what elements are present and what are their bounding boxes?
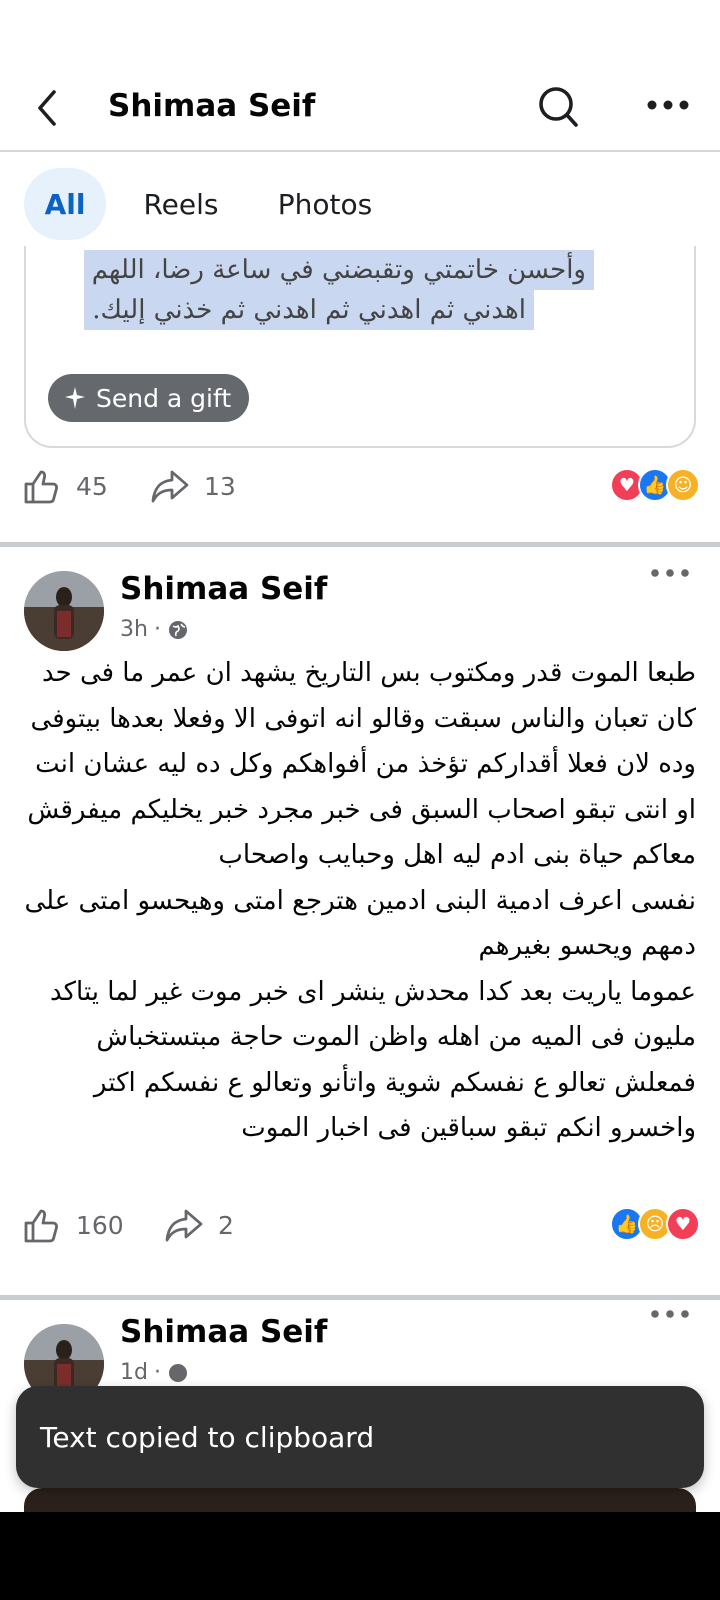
share-arrow-icon [165, 1209, 203, 1242]
search-icon [539, 87, 578, 127]
tab-photos[interactable]: Photos [260, 168, 390, 240]
share-arrow-icon [151, 470, 189, 503]
meta-separator: · [153, 1360, 161, 1385]
more-dots-icon [647, 100, 689, 110]
top-app-bar: Shimaa Seif [0, 70, 720, 152]
back-button[interactable] [30, 86, 70, 130]
author-name[interactable]: Shimaa Seif [120, 1314, 327, 1350]
globe-icon [168, 620, 187, 639]
more-dots-icon [651, 1310, 689, 1318]
post-media-preview[interactable] [24, 1488, 696, 1512]
post-meta: 1d · [120, 1360, 189, 1385]
share-stat[interactable]: 13 [150, 466, 236, 506]
quote-line-1: وأحسن خاتمتي وتقبضني في ساعة رضا، اللهم [83, 250, 594, 290]
gift-sparkle-icon [65, 387, 85, 409]
post-more-button[interactable] [650, 563, 690, 583]
filter-tabs: All Reels Photos [0, 152, 720, 256]
post-body-text[interactable]: طبعا الموت قدر ومكتوب بس التاريخ يشهد ان… [24, 651, 696, 1191]
toast-notification: Text copied to clipboard [16, 1386, 704, 1488]
post-main-stats: 160 2 👍 ☹ ♥ [0, 1195, 720, 1255]
quote-card[interactable]: وأحسن خاتمتي وتقبضني في ساعة رضا، اللهم … [24, 246, 696, 448]
post-more-button[interactable] [650, 1304, 690, 1324]
like-stat[interactable]: 160 [22, 1205, 124, 1245]
reaction-icons[interactable]: 👍 ☹ ♥ [610, 1207, 700, 1241]
tab-reels[interactable]: Reels [130, 168, 232, 240]
post-meta: 3h · [120, 617, 189, 642]
avatar[interactable] [24, 571, 104, 651]
quote-line-2: اهدني ثم اهدني ثم اهدني ثم خذني إليك. [84, 290, 534, 330]
like-count: 160 [76, 1210, 124, 1240]
care-reaction-icon: ☺ [666, 468, 700, 502]
reaction-icons[interactable]: ♥ 👍 ☺ [610, 468, 700, 502]
search-button[interactable] [536, 84, 580, 130]
meta-separator: · [153, 617, 161, 642]
post-previous: وأحسن خاتمتي وتقبضني في ساعة رضا، اللهم … [0, 246, 720, 542]
more-options-button[interactable] [646, 92, 690, 122]
send-gift-button[interactable]: Send a gift [48, 374, 250, 422]
tab-all[interactable]: All [24, 168, 106, 240]
like-count: 45 [76, 471, 108, 501]
like-stat[interactable]: 45 [22, 466, 108, 506]
share-count: 13 [204, 471, 236, 501]
like-thumb-icon [24, 470, 58, 504]
more-dots-icon [651, 569, 689, 577]
share-count: 2 [218, 1210, 234, 1240]
post-main: Shimaa Seif 3h · طبعا الموت قدر ومكتوب ب… [0, 547, 720, 1295]
post-previous-stats: 45 13 ♥ 👍 ☺ [0, 456, 720, 516]
post-time: 3h [120, 617, 148, 642]
send-gift-label: Send a gift [96, 383, 232, 413]
status-bar-area [0, 0, 720, 70]
page-title: Shimaa Seif [108, 88, 316, 124]
love-reaction-icon: ♥ [666, 1207, 700, 1241]
post-time: 1d [120, 1360, 148, 1385]
back-arrow-icon [38, 90, 56, 126]
author-name[interactable]: Shimaa Seif [120, 571, 327, 607]
toast-message: Text copied to clipboard [40, 1420, 375, 1454]
like-thumb-icon [24, 1209, 58, 1243]
globe-icon [168, 1363, 187, 1382]
avatar-photo-icon [24, 571, 104, 651]
share-stat[interactable]: 2 [164, 1205, 234, 1245]
system-navigation-bar [0, 1512, 720, 1600]
